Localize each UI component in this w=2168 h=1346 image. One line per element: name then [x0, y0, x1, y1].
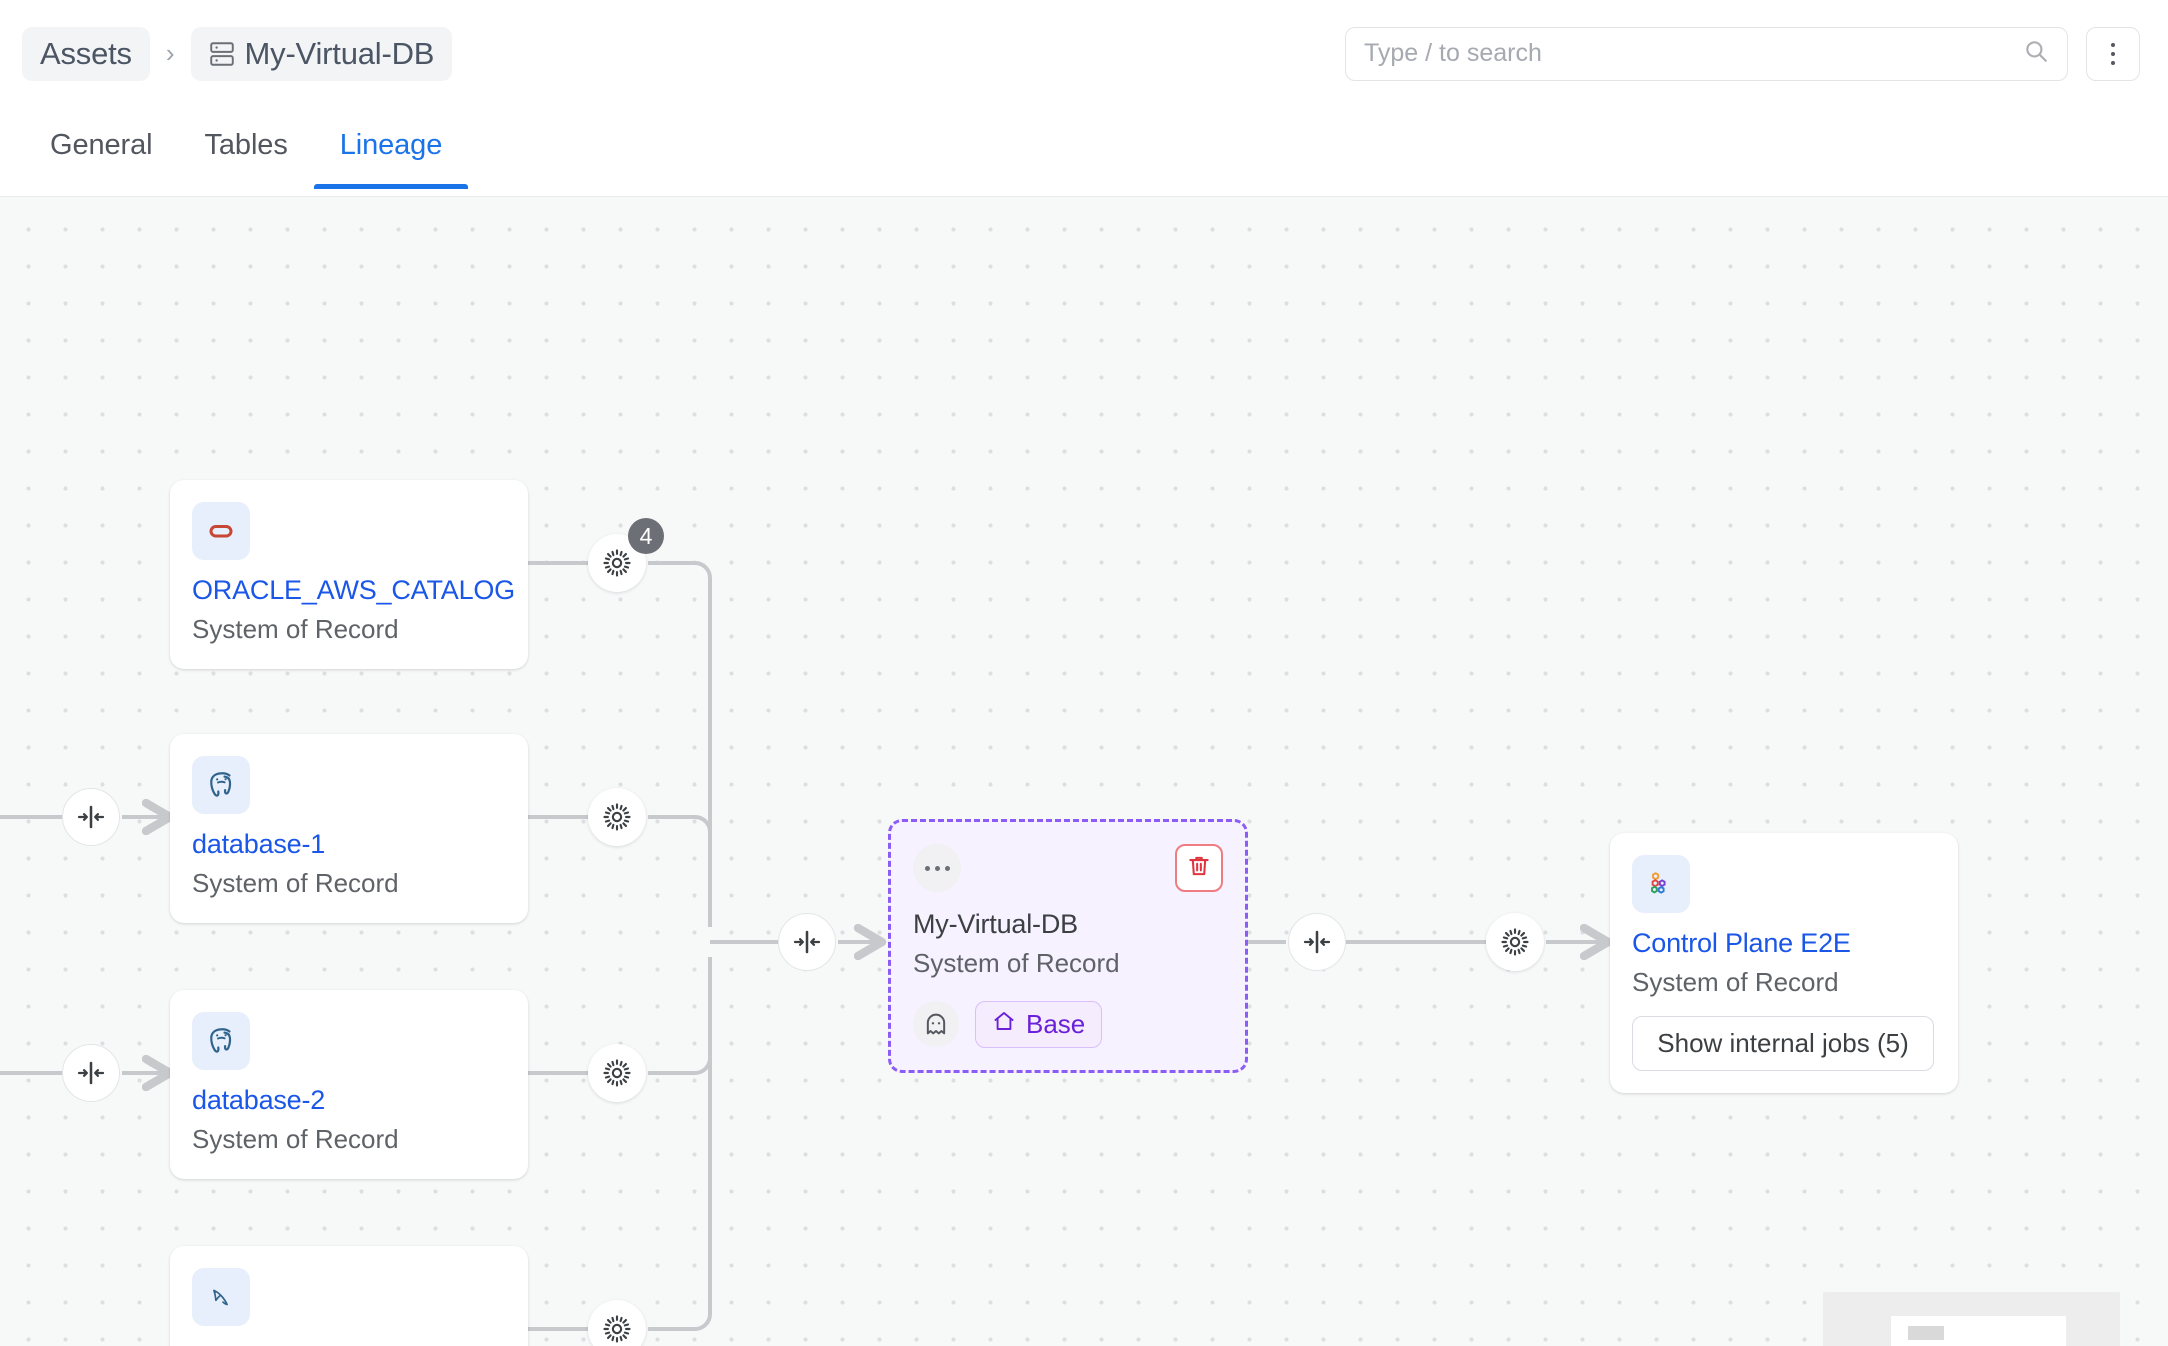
postgresql-icon [192, 756, 250, 814]
tab-general-label: General [50, 129, 152, 161]
lineage-node-subtitle: System of Record [192, 612, 504, 647]
connector-merge-out-virtual-db[interactable] [1288, 913, 1346, 971]
search-input[interactable] [1364, 39, 2023, 68]
lineage-node-control-plane-e2e[interactable]: Control Plane E2E System of Record Show … [1610, 833, 1958, 1093]
breadcrumb-item-my-virtual-db[interactable]: My-Virtual-DB [191, 27, 453, 81]
lineage-node-oracle-aws-catalog[interactable]: ORACLE_AWS_CATALOG System of Record [170, 480, 528, 669]
postgresql-icon [192, 1012, 250, 1070]
show-internal-jobs-button[interactable]: Show internal jobs (5) [1632, 1016, 1934, 1071]
server-icon [209, 40, 235, 68]
breadcrumb-separator: › [154, 38, 187, 69]
lineage-node-database-2[interactable]: database-2 System of Record [170, 990, 528, 1179]
connector-job-database-1[interactable] [588, 788, 646, 846]
lineage-node-my-virtual-db[interactable]: My-Virtual-DB System of Record Base [888, 819, 1248, 1073]
mysql-icon [192, 1268, 250, 1326]
tab-bar: General Tables Lineage [0, 107, 2168, 197]
tab-lineage[interactable]: Lineage [314, 129, 469, 188]
lineage-node-subtitle: System of Record [913, 946, 1221, 981]
lineage-node-footer: Base [913, 1001, 1221, 1048]
lineage-node-my-awesome-sql[interactable]: MY_AWESOME_SQL System of Record [170, 1246, 528, 1346]
connector-merge-into-virtual-db[interactable] [778, 913, 836, 971]
lineage-canvas[interactable]: ORACLE_AWS_CATALOG System of Record data… [0, 197, 2168, 1346]
search-box[interactable] [1345, 27, 2068, 81]
connector-job-my-awesome-sql[interactable] [588, 1300, 646, 1346]
search-icon[interactable] [2023, 38, 2049, 69]
top-bar-actions [1345, 27, 2140, 81]
lineage-node-title[interactable]: database-1 [192, 828, 504, 862]
home-icon [992, 1009, 1016, 1040]
hexagons-icon [1632, 855, 1690, 913]
tab-general[interactable]: General [24, 129, 178, 188]
lineage-node-database-1[interactable]: database-1 System of Record [170, 734, 528, 923]
lineage-node-title[interactable]: database-2 [192, 1084, 504, 1118]
connector-job-database-2[interactable] [588, 1044, 646, 1102]
lineage-node-title: My-Virtual-DB [913, 908, 1221, 942]
breadcrumb: Assets › My-Virtual-DB [22, 27, 452, 81]
breadcrumb-item-assets[interactable]: Assets [22, 27, 150, 81]
lineage-node-subtitle: System of Record [192, 866, 504, 901]
connector-merge-in-database-1[interactable] [62, 788, 120, 846]
lineage-node-title[interactable]: ORACLE_AWS_CATALOG [192, 574, 504, 608]
delete-node-button[interactable] [1175, 844, 1223, 892]
lineage-node-subtitle: System of Record [1632, 965, 1934, 1000]
ghost-icon[interactable] [913, 1001, 959, 1047]
more-options-button[interactable] [2086, 27, 2140, 81]
minimap-node [1908, 1326, 1944, 1340]
lineage-node-title[interactable]: Control Plane E2E [1632, 927, 1934, 961]
ellipsis-icon [913, 844, 961, 892]
tab-lineage-label: Lineage [340, 129, 443, 161]
minimap-viewport[interactable] [1891, 1316, 2066, 1346]
breadcrumb-label-my-virtual-db: My-Virtual-DB [245, 36, 435, 72]
connector-merge-in-database-2[interactable] [62, 1044, 120, 1102]
connector-job-count-badge: 4 [628, 518, 664, 554]
top-bar: Assets › My-Virtual-DB [0, 0, 2168, 107]
more-vertical-icon [2111, 43, 2115, 65]
oracle-icon [192, 502, 250, 560]
tab-tables[interactable]: Tables [178, 129, 313, 188]
minimap[interactable] [1823, 1292, 2120, 1346]
lineage-node-subtitle: System of Record [192, 1122, 504, 1157]
trash-icon [1186, 853, 1212, 884]
base-badge-label: Base [1026, 1009, 1085, 1040]
lineage-node-title[interactable]: MY_AWESOME_SQL [192, 1340, 504, 1346]
connector-job-oracle[interactable]: 4 [588, 534, 646, 592]
connector-job-control-plane[interactable] [1486, 913, 1544, 971]
base-badge[interactable]: Base [975, 1001, 1102, 1048]
breadcrumb-label-assets: Assets [40, 36, 132, 72]
tab-tables-label: Tables [204, 129, 287, 161]
